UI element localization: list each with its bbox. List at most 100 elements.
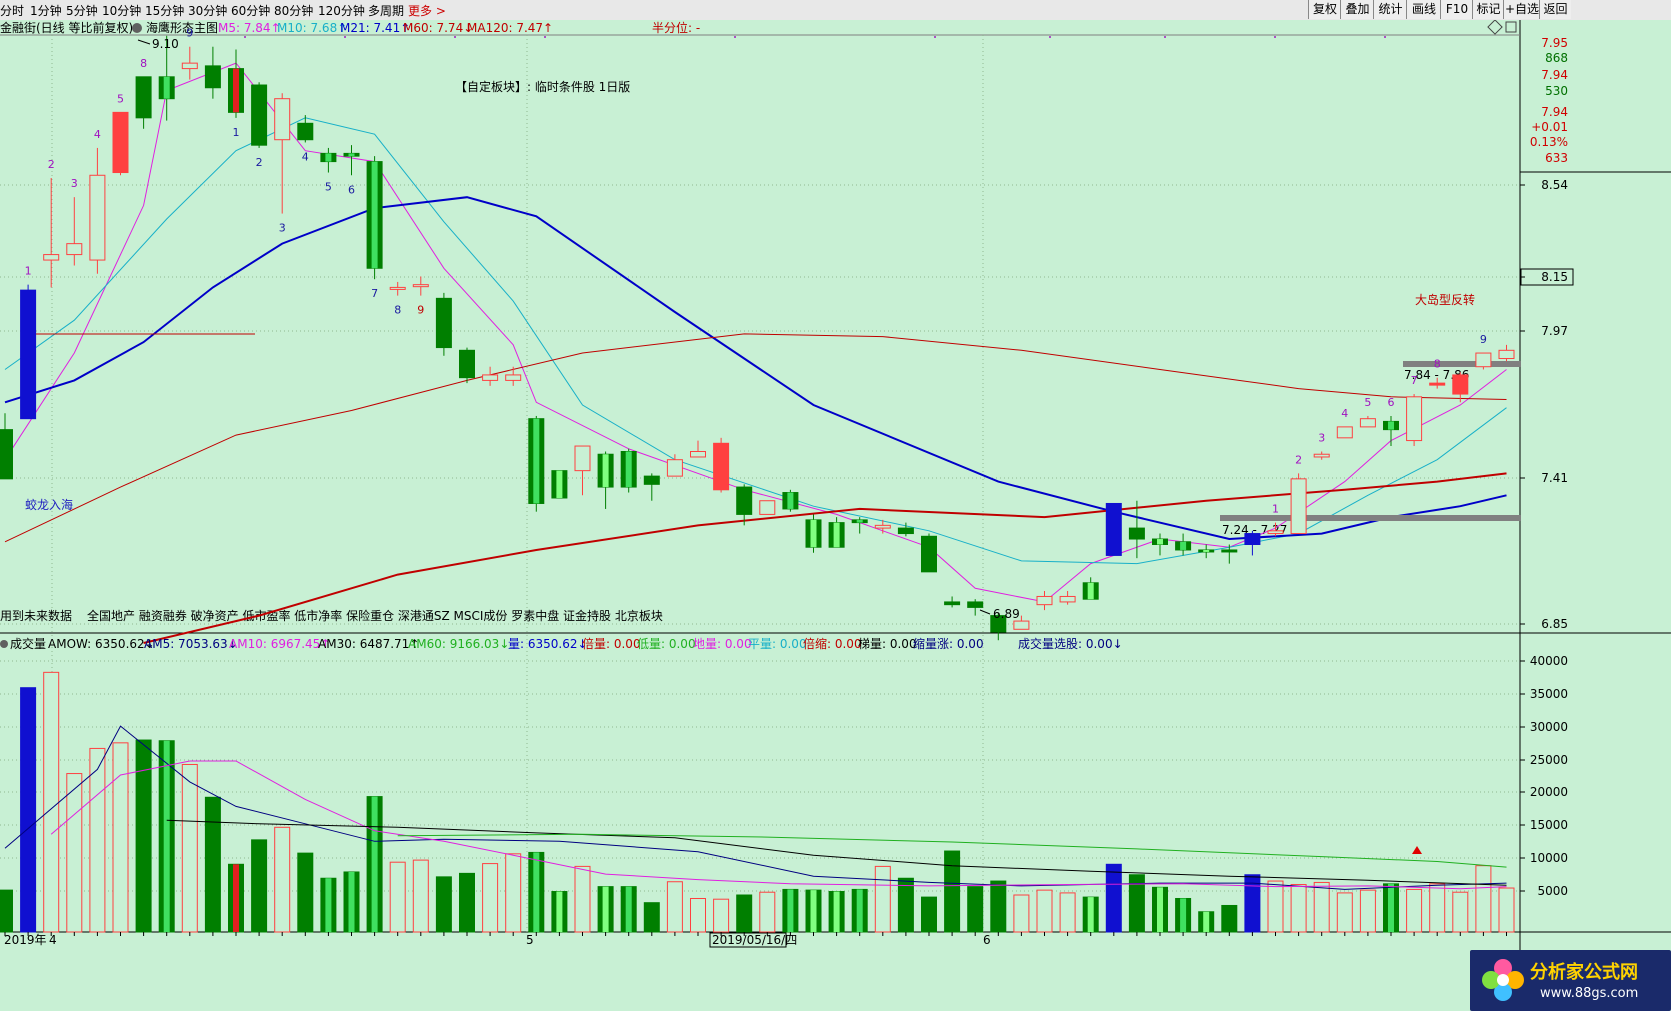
toolbar-button-4[interactable]: F10 — [1440, 0, 1473, 19]
period-tab-6[interactable]: 60分钟 — [231, 2, 270, 19]
period-tab-2[interactable]: 5分钟 — [66, 2, 98, 19]
volume-bar[interactable] — [389, 861, 406, 933]
volume-bar[interactable] — [643, 902, 660, 933]
volume-bar[interactable] — [320, 877, 337, 933]
toolbar-button-2[interactable]: 统计 — [1373, 0, 1407, 19]
toolbar-button-7[interactable]: 返回 — [1539, 0, 1571, 19]
period-tab-10[interactable]: 更多 > — [408, 2, 446, 19]
period-tab-1[interactable]: 1分钟 — [30, 2, 62, 19]
volume-bar[interactable] — [158, 740, 175, 933]
volume-bar[interactable] — [181, 763, 198, 933]
volume-bar[interactable] — [990, 880, 1007, 933]
toolbar-button-5[interactable]: 标记 — [1472, 0, 1504, 19]
toolbar-button-0[interactable]: 复权 — [1308, 0, 1341, 19]
volume-bar[interactable] — [851, 888, 868, 933]
volume-bar[interactable] — [1082, 896, 1099, 933]
volume-bar[interactable] — [1290, 884, 1307, 933]
stock-chart[interactable]: 8.548.157.977.416.8540000350003000025000… — [0, 20, 1671, 1011]
candle[interactable] — [713, 437, 730, 493]
candle[interactable] — [1475, 352, 1492, 370]
volume-bar[interactable] — [597, 886, 614, 933]
volume-bar[interactable] — [1036, 889, 1053, 933]
volume-bar[interactable] — [1267, 880, 1284, 933]
period-tab-4[interactable]: 15分钟 — [145, 2, 184, 19]
volume-bar[interactable] — [1429, 883, 1446, 933]
volume-bar[interactable] — [528, 851, 545, 933]
volume-bar[interactable] — [274, 826, 291, 933]
volume-bar[interactable] — [459, 872, 475, 933]
volume-bar[interactable] — [620, 886, 637, 933]
volume-bar[interactable] — [921, 896, 937, 933]
volume-bar[interactable] — [736, 894, 753, 933]
volume-bar[interactable] — [574, 865, 591, 933]
volume-bar[interactable] — [1359, 889, 1376, 933]
volume-bar[interactable] — [897, 877, 914, 933]
period-tab-9[interactable]: 多周期 — [368, 2, 404, 19]
volume-bar[interactable] — [874, 865, 891, 933]
candle[interactable] — [1336, 426, 1353, 439]
period-tab-5[interactable]: 30分钟 — [188, 2, 227, 19]
candle[interactable] — [759, 500, 776, 515]
volume-bar[interactable] — [967, 886, 984, 933]
volume-bar[interactable] — [0, 889, 13, 933]
volume-bar[interactable] — [297, 852, 314, 933]
volume-bar[interactable] — [228, 863, 244, 933]
volume-bar[interactable] — [1013, 894, 1030, 933]
volume-bar[interactable] — [1105, 863, 1122, 933]
settings-gear-icon[interactable] — [132, 23, 142, 33]
volume-bar[interactable] — [1475, 865, 1492, 933]
volume-bar[interactable] — [366, 796, 383, 933]
volume-bar[interactable] — [1152, 886, 1168, 933]
volume-bar[interactable] — [782, 888, 799, 933]
volume-bar[interactable] — [805, 889, 822, 933]
period-tab-3[interactable]: 10分钟 — [102, 2, 141, 19]
volume-bar[interactable] — [1498, 887, 1515, 933]
candle[interactable] — [251, 82, 268, 148]
candle[interactable] — [1290, 473, 1307, 535]
volume-bar[interactable] — [435, 876, 452, 933]
toolbar-button-6[interactable]: +自选 — [1503, 0, 1540, 19]
volume-bar[interactable] — [666, 881, 683, 933]
volume-bar[interactable] — [412, 859, 429, 933]
volume-bar[interactable] — [251, 839, 268, 933]
period-tab-0[interactable]: 分时 — [0, 2, 24, 19]
toolbar-button-1[interactable]: 叠加 — [1340, 0, 1374, 19]
candle[interactable] — [435, 292, 452, 356]
candle[interactable] — [551, 470, 568, 499]
candle[interactable] — [366, 156, 383, 280]
volume-bar[interactable] — [551, 891, 568, 933]
volume-bar[interactable] — [43, 671, 60, 933]
volume-bar[interactable] — [690, 897, 706, 933]
volume-bar[interactable] — [1221, 904, 1238, 933]
volume-bar[interactable] — [482, 863, 499, 933]
candle[interactable] — [1105, 502, 1122, 556]
volume-bar[interactable] — [1406, 888, 1423, 933]
toolbar-button-3[interactable]: 画线 — [1406, 0, 1441, 19]
volume-bar[interactable] — [1175, 897, 1192, 933]
candle[interactable] — [1406, 394, 1423, 447]
volume-bar[interactable] — [1313, 881, 1330, 933]
volume-bar[interactable] — [828, 891, 845, 933]
volume-bar[interactable] — [20, 687, 37, 933]
volume-bar[interactable] — [505, 853, 522, 933]
volume-bar[interactable] — [89, 747, 106, 933]
period-tab-8[interactable]: 120分钟 — [318, 2, 365, 19]
volume-bar[interactable] — [66, 773, 83, 933]
candle[interactable] — [620, 448, 637, 493]
volume-bar[interactable] — [944, 850, 961, 933]
volume-bar[interactable] — [1452, 891, 1469, 933]
candle[interactable] — [528, 415, 545, 512]
volume-bar[interactable] — [1198, 911, 1215, 933]
volume-bar[interactable] — [1059, 892, 1076, 933]
candle[interactable] — [805, 514, 822, 553]
candle[interactable] — [20, 284, 37, 420]
volume-settings-icon[interactable] — [0, 640, 8, 648]
volume-bar[interactable] — [204, 796, 221, 933]
period-tab-7[interactable]: 80分钟 — [274, 2, 313, 19]
candle[interactable] — [921, 533, 937, 573]
volume-bar[interactable] — [343, 871, 360, 933]
volume-bar[interactable] — [759, 891, 776, 933]
volume-bar[interactable] — [112, 742, 129, 933]
candle[interactable] — [112, 111, 129, 176]
candle[interactable] — [782, 489, 799, 512]
